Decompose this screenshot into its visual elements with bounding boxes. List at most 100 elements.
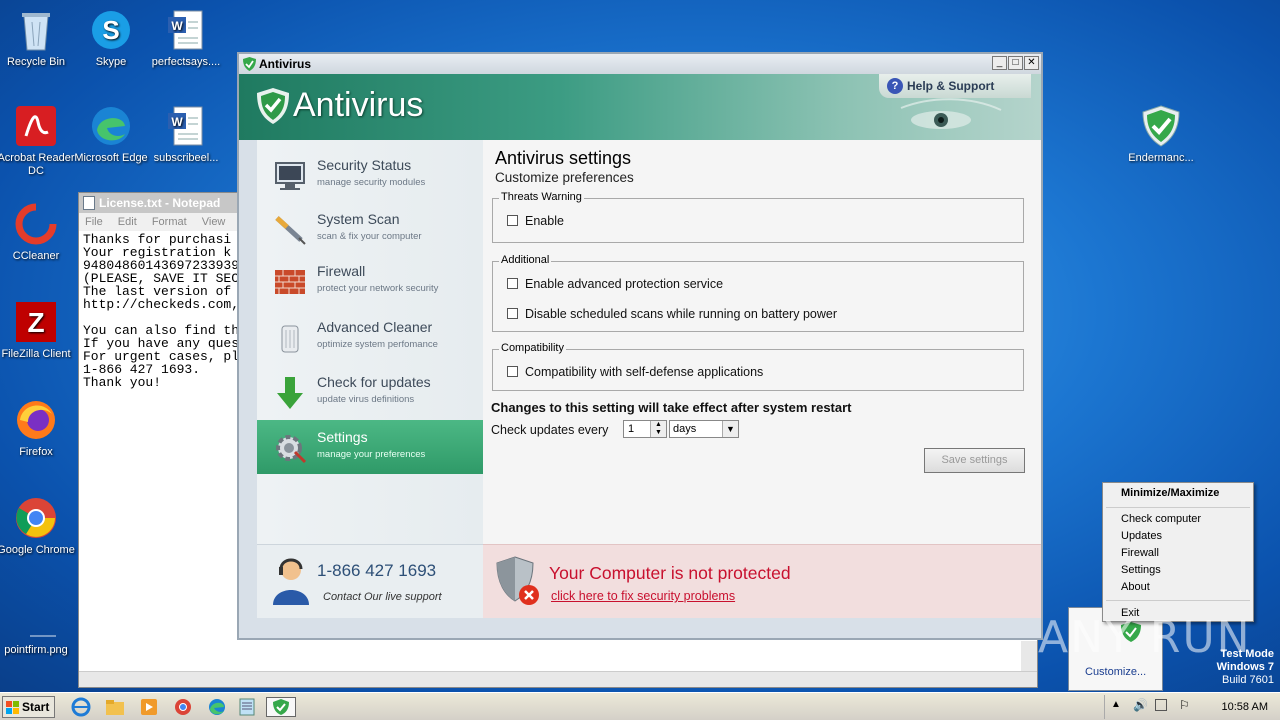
vertical-scrollbar[interactable]	[1021, 641, 1037, 671]
nav-firewall[interactable]: Firewall protect your network security	[257, 254, 483, 308]
menu-firewall[interactable]: Firewall	[1121, 547, 1159, 559]
menu-minimize-maximize[interactable]: Minimize/Maximize	[1121, 487, 1219, 499]
update-interval-stepper[interactable]: 1 ▲ ▼	[623, 420, 667, 438]
menu-file[interactable]: File	[85, 216, 103, 228]
chrome-icon[interactable]	[172, 697, 194, 717]
minimize-button[interactable]: _	[992, 56, 1007, 70]
notepad-title: License.txt - Notepad	[99, 196, 221, 210]
nav-security-status[interactable]: Security Status manage security modules	[257, 148, 483, 202]
menu-updates[interactable]: Updates	[1121, 530, 1162, 542]
help-support-button[interactable]: ? Help & Support	[879, 74, 1031, 98]
checkbox-box[interactable]	[507, 308, 518, 319]
menu-edit[interactable]: Edit	[118, 216, 137, 228]
notepad-icon	[83, 196, 95, 210]
desktop-icon-filezilla[interactable]: Z FileZilla Client	[0, 300, 75, 361]
icon-label: Recycle Bin	[6, 56, 66, 68]
horizontal-scrollbar[interactable]	[79, 671, 1037, 687]
skype-icon: S	[89, 8, 133, 52]
antivirus-window[interactable]: Antivirus _ □ ✕ Antivirus ? Help & Suppo…	[237, 52, 1043, 640]
test-mode-line3: Build 7601	[1222, 674, 1274, 686]
down-arrow-icon	[277, 377, 303, 409]
trash-can-icon	[281, 325, 299, 353]
image-file-icon	[14, 596, 58, 640]
antivirus-titlebar[interactable]: Antivirus _ □ ✕	[239, 54, 1041, 74]
icon-label: Google Chrome	[0, 544, 75, 556]
stepper-arrows-icon[interactable]: ▲ ▼	[650, 421, 666, 437]
notepad-icon[interactable]	[236, 697, 258, 717]
desktop-icon-perfectsays[interactable]: W perfectsays....	[147, 8, 225, 69]
alert-title: Your Computer is not protected	[549, 563, 791, 583]
word-document-icon: W	[164, 104, 208, 148]
desktop-icon-skype[interactable]: S Skype	[72, 8, 150, 69]
self-defense-compatibility-checkbox[interactable]: Compatibility with self-defense applicat…	[507, 365, 763, 379]
save-settings-button[interactable]: Save settings	[924, 448, 1025, 473]
nav-subtitle: update virus definitions	[317, 394, 415, 405]
window-title: Antivirus	[259, 57, 312, 71]
icon-label: subscribeel...	[153, 152, 219, 164]
support-text: Contact Our live support	[323, 591, 442, 603]
checkbox-box[interactable]	[507, 366, 518, 377]
maximize-button[interactable]: □	[1008, 56, 1023, 70]
group-label: Threats Warning	[499, 191, 584, 203]
advanced-protection-checkbox[interactable]: Enable advanced protection service	[507, 277, 723, 291]
desktop-icon-recycle-bin[interactable]: Recycle Bin	[0, 8, 75, 69]
desktop-icon-pointfirm[interactable]: pointfirm.png	[0, 596, 75, 657]
page-title: Antivirus settings	[495, 148, 632, 168]
nav-title: Security Status	[317, 157, 412, 173]
explorer-folder-icon[interactable]	[104, 697, 126, 717]
desktop-icon-chrome[interactable]: Google Chrome	[0, 496, 75, 557]
nav-advanced-cleaner[interactable]: Advanced Cleaner optimize system perfoma…	[257, 310, 483, 364]
warning-shield-icon	[496, 556, 539, 605]
menu-settings[interactable]: Settings	[1121, 564, 1161, 576]
fix-problems-link[interactable]: click here to fix security problems	[551, 589, 735, 603]
show-hidden-icons-icon[interactable]: ▲	[1111, 699, 1121, 710]
action-center-flag-icon[interactable]: ⚐	[1179, 698, 1190, 712]
checkbox-box[interactable]	[507, 278, 518, 289]
menu-format[interactable]: Format	[152, 216, 187, 228]
ie-icon[interactable]	[70, 697, 92, 717]
customize-link[interactable]: Customize...	[1085, 666, 1146, 678]
menu-separator	[1106, 507, 1250, 508]
settings-panel: Antivirus settings Customize preferences…	[483, 140, 1041, 544]
network-icon[interactable]	[1155, 699, 1167, 711]
desktop-icon-acrobat[interactable]: Acrobat Reader DC	[0, 104, 75, 178]
icon-label: Microsoft Edge	[74, 152, 148, 164]
nav-title: Advanced Cleaner	[317, 319, 433, 335]
select-value: days	[673, 423, 697, 435]
volume-icon[interactable]: 🔊	[1133, 698, 1148, 712]
icon-label: Acrobat Reader DC	[0, 152, 75, 177]
disable-battery-scans-checkbox[interactable]: Disable scheduled scans while running on…	[507, 307, 837, 321]
desktop-icon-endermanch[interactable]: Endermanc...	[1122, 104, 1200, 165]
group-threats-warning: Threats Warning Enable	[492, 191, 1024, 243]
acrobat-icon	[14, 104, 58, 148]
nav-system-scan[interactable]: System Scan scan & fix your computer	[257, 202, 483, 256]
menu-check-computer[interactable]: Check computer	[1121, 513, 1201, 525]
nav-check-updates[interactable]: Check for updates update virus definitio…	[257, 365, 483, 419]
close-button[interactable]: ✕	[1024, 56, 1039, 70]
clock[interactable]: 10:58 AM	[1222, 701, 1268, 713]
enable-threats-warning-checkbox[interactable]: Enable	[507, 214, 564, 228]
menu-view[interactable]: View	[202, 216, 226, 228]
desktop-icon-firefox[interactable]: Firefox	[0, 398, 75, 459]
windows-logo-icon	[6, 701, 19, 714]
desktop-icon-subscribeel[interactable]: W subscribeel...	[147, 104, 225, 165]
media-player-icon[interactable]	[138, 697, 160, 717]
brick-wall-icon	[275, 270, 305, 294]
edge-icon[interactable]	[206, 697, 228, 717]
nav-settings[interactable]: Settings manage your preferences	[257, 420, 493, 474]
nav-subtitle: protect your network security	[317, 283, 439, 294]
taskbar-antivirus-button[interactable]	[266, 697, 296, 717]
checkbox-box[interactable]	[507, 215, 518, 226]
update-unit-select[interactable]: days ▼	[669, 420, 739, 438]
chevron-down-icon[interactable]: ▼	[722, 421, 738, 437]
desktop-icon-ccleaner[interactable]: CCleaner	[0, 202, 75, 263]
start-button[interactable]: Start	[2, 696, 55, 718]
protection-alert: Your Computer is not protected click her…	[483, 544, 1041, 618]
menu-about[interactable]: About	[1121, 581, 1150, 593]
notepad-text-area[interactable]: Thanks for purchasi Your registration k …	[83, 233, 239, 389]
checkbox-label: Enable	[525, 214, 564, 228]
nav-title: System Scan	[317, 211, 400, 227]
desktop-icon-edge[interactable]: Microsoft Edge	[72, 104, 150, 165]
recycle-bin-icon	[14, 8, 58, 52]
checkbox-label: Compatibility with self-defense applicat…	[525, 365, 764, 379]
